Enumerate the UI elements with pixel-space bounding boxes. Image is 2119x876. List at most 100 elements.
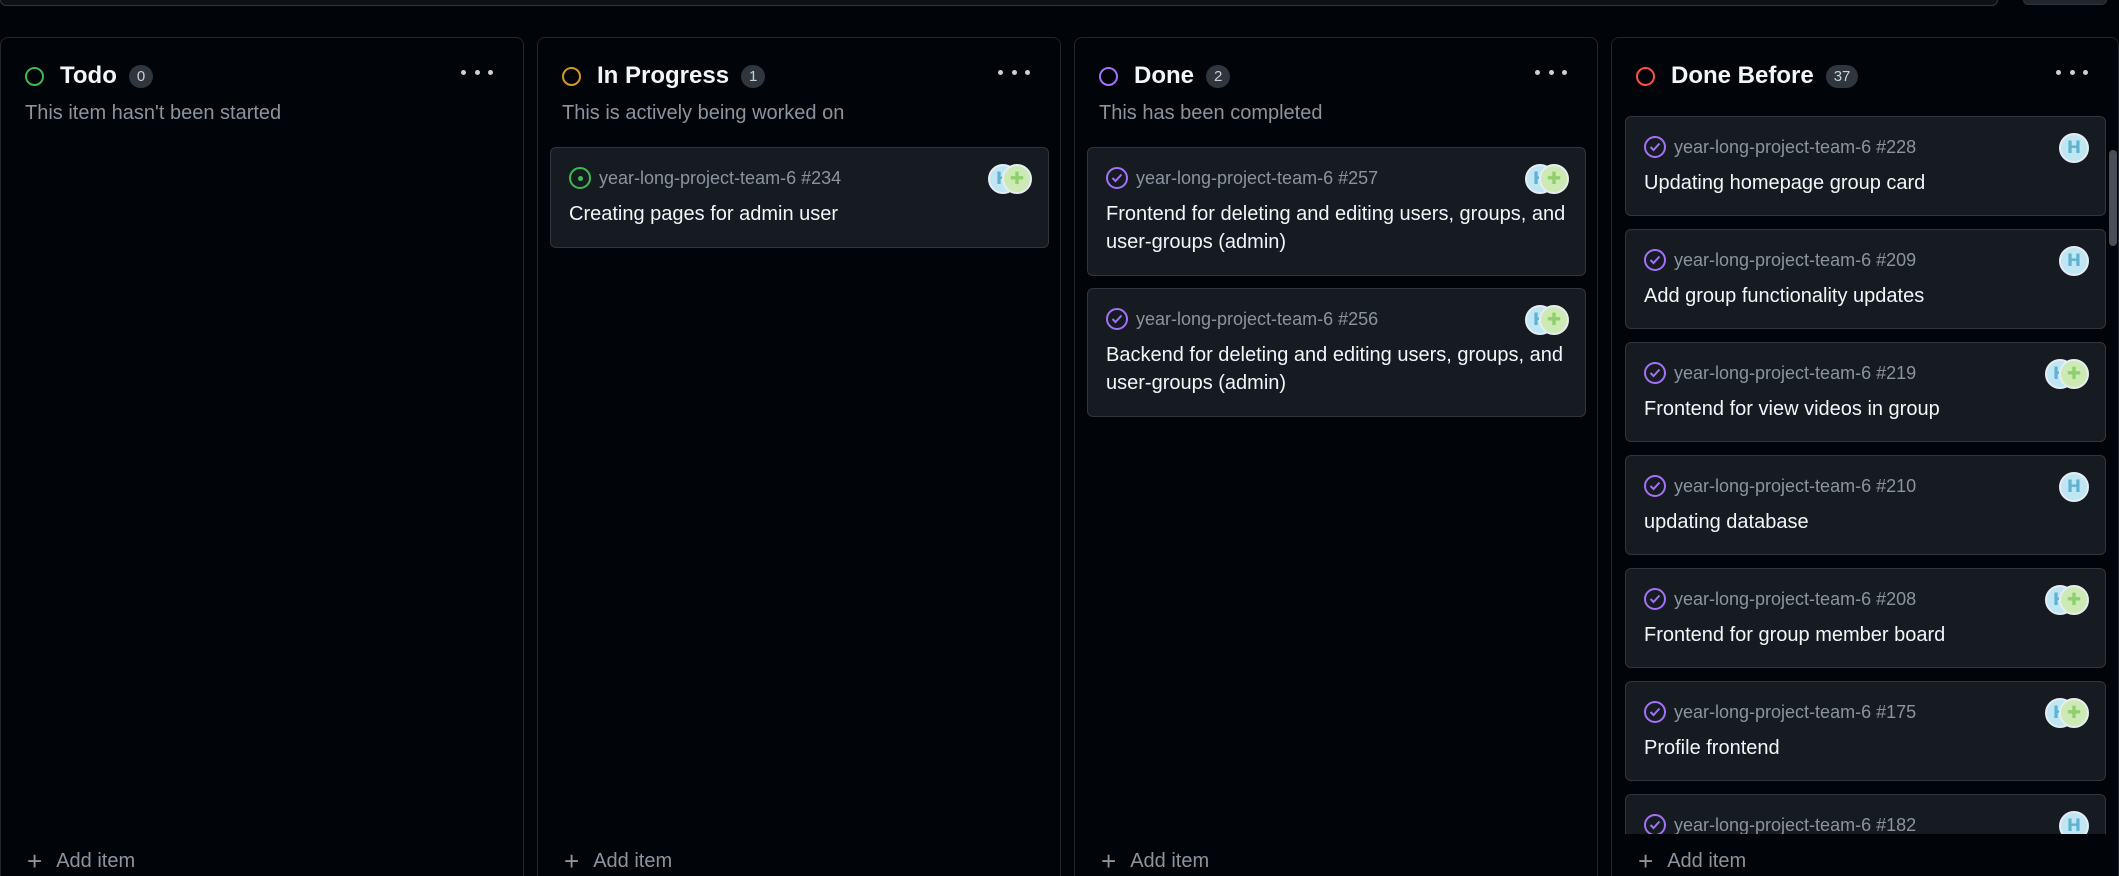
closed-issue-icon [1644,701,1666,723]
add-item-button[interactable]: + Add item [1101,846,1209,876]
column-header: Done Before 37 [1636,58,1859,94]
issue-title[interactable]: Frontend for group member board [1644,621,2087,649]
issue-title[interactable]: Backend for deleting and editing users, … [1106,341,1567,397]
issue-card[interactable]: year-long-project-team-6 #175 Profile fr… [1625,681,2106,781]
issue-card[interactable]: year-long-project-team-6 #234 Creating p… [550,147,1049,248]
closed-issue-icon [1644,136,1666,158]
plus-icon: + [1638,846,1654,876]
assignees[interactable] [2059,472,2089,502]
avatar [1539,305,1569,335]
add-item-button[interactable]: + Add item [564,846,672,876]
column-scrollbar[interactable] [2108,110,2118,876]
closed-issue-icon [1644,249,1666,271]
add-item-button[interactable]: + Add item [1638,846,1746,876]
card-meta: year-long-project-team-6 #182 [1644,814,1916,836]
issue-card[interactable]: year-long-project-team-6 #209 Add group … [1625,229,2106,329]
card-meta: year-long-project-team-6 #256 [1106,308,1378,330]
column-count-badge: 0 [128,64,154,88]
plus-icon: + [1101,846,1117,876]
column-description: This item hasn't been started [25,102,282,124]
card-meta: year-long-project-team-6 #257 [1106,167,1378,189]
column-header: Todo 0 [25,58,154,94]
issue-card[interactable]: year-long-project-team-6 #210 updating d… [1625,455,2106,555]
issue-card[interactable]: year-long-project-team-6 #256 Backend fo… [1087,288,1586,417]
column-menu-icon[interactable] [461,60,493,84]
issue-title[interactable]: Creating pages for admin user [569,200,1030,228]
avatar [2059,246,2089,276]
issue-reference[interactable]: year-long-project-team-6 #256 [1136,309,1378,330]
card-meta: year-long-project-team-6 #209 [1644,249,1916,271]
issue-reference[interactable]: year-long-project-team-6 #209 [1674,250,1916,271]
column-in-progress: In Progress 1 This is actively being wor… [537,37,1061,876]
issue-title[interactable]: Updating homepage group card [1644,169,2087,197]
issue-title[interactable]: Profile frontend [1644,734,2087,762]
closed-issue-icon [1106,308,1128,330]
scrollbar-thumb[interactable] [2109,150,2117,246]
avatar [2059,133,2089,163]
column-description: This is actively being worked on [562,102,845,124]
issue-reference[interactable]: year-long-project-team-6 #175 [1674,702,1916,723]
status-done-icon [1099,66,1118,86]
avatar [2059,585,2089,615]
issue-title[interactable]: Add group functionality updates [1644,282,2087,310]
assignees[interactable] [2045,359,2089,389]
issue-reference[interactable]: year-long-project-team-6 #208 [1674,589,1916,610]
add-item-label: Add item [593,849,673,872]
add-item-button[interactable]: + Add item [27,846,135,876]
view-options-button[interactable] [2023,0,2107,5]
filter-bar[interactable] [0,0,1998,6]
issue-card[interactable]: year-long-project-team-6 #228 Updating h… [1625,116,2106,216]
issue-title[interactable]: updating database [1644,508,2087,536]
issue-reference[interactable]: year-long-project-team-6 #257 [1136,168,1378,189]
column-description: This has been completed [1099,102,1323,124]
card-meta: year-long-project-team-6 #210 [1644,475,1916,497]
card-meta: year-long-project-team-6 #208 [1644,588,1916,610]
issue-title[interactable]: Frontend for deleting and editing users,… [1106,200,1567,256]
assignees[interactable] [1525,305,1569,335]
assignees[interactable] [2059,246,2089,276]
assignees[interactable] [1525,164,1569,194]
status-in-progress-icon [562,66,581,86]
column-title: Done Before [1671,62,1814,89]
card-meta: year-long-project-team-6 #219 [1644,362,1916,384]
status-done-before-icon [1636,66,1655,86]
avatar [1002,164,1032,194]
card-meta: year-long-project-team-6 #228 [1644,136,1916,158]
issue-reference[interactable]: year-long-project-team-6 #182 [1674,815,1916,836]
closed-issue-icon [1106,167,1128,189]
issue-reference[interactable]: year-long-project-team-6 #228 [1674,137,1916,158]
card-meta: year-long-project-team-6 #234 [569,167,841,189]
add-item-label: Add item [56,849,136,872]
closed-issue-icon [1644,475,1666,497]
avatar [2059,472,2089,502]
issue-reference[interactable]: year-long-project-team-6 #234 [599,168,841,189]
issue-reference[interactable]: year-long-project-team-6 #210 [1674,476,1916,497]
column-menu-icon[interactable] [2056,60,2088,84]
issue-reference[interactable]: year-long-project-team-6 #219 [1674,363,1916,384]
plus-icon: + [27,846,43,876]
column-menu-icon[interactable] [1535,60,1567,84]
column-menu-icon[interactable] [998,60,1030,84]
issue-card[interactable]: year-long-project-team-6 #257 Frontend f… [1087,147,1586,276]
avatar [2059,359,2089,389]
add-item-label: Add item [1130,849,1210,872]
status-todo-icon [25,66,44,86]
column-header: In Progress 1 [562,58,766,94]
closed-issue-icon [1644,814,1666,836]
column-title: Done [1134,62,1194,89]
closed-issue-icon [1644,362,1666,384]
assignees[interactable] [2045,698,2089,728]
closed-issue-icon [1644,588,1666,610]
assignees[interactable] [2059,133,2089,163]
column-todo: Todo 0 This item hasn't been started + A… [0,37,524,876]
assignees[interactable] [988,164,1032,194]
add-item-label: Add item [1667,849,1747,872]
avatar [1539,164,1569,194]
issue-title[interactable]: Frontend for view videos in group [1644,395,2087,423]
assignees[interactable] [2045,585,2089,615]
issue-card[interactable]: year-long-project-team-6 #208 Frontend f… [1625,568,2106,668]
issue-card[interactable]: year-long-project-team-6 #219 Frontend f… [1625,342,2106,442]
column-count-badge: 2 [1206,64,1231,88]
avatar [2059,698,2089,728]
column-count-badge: 1 [741,64,766,88]
